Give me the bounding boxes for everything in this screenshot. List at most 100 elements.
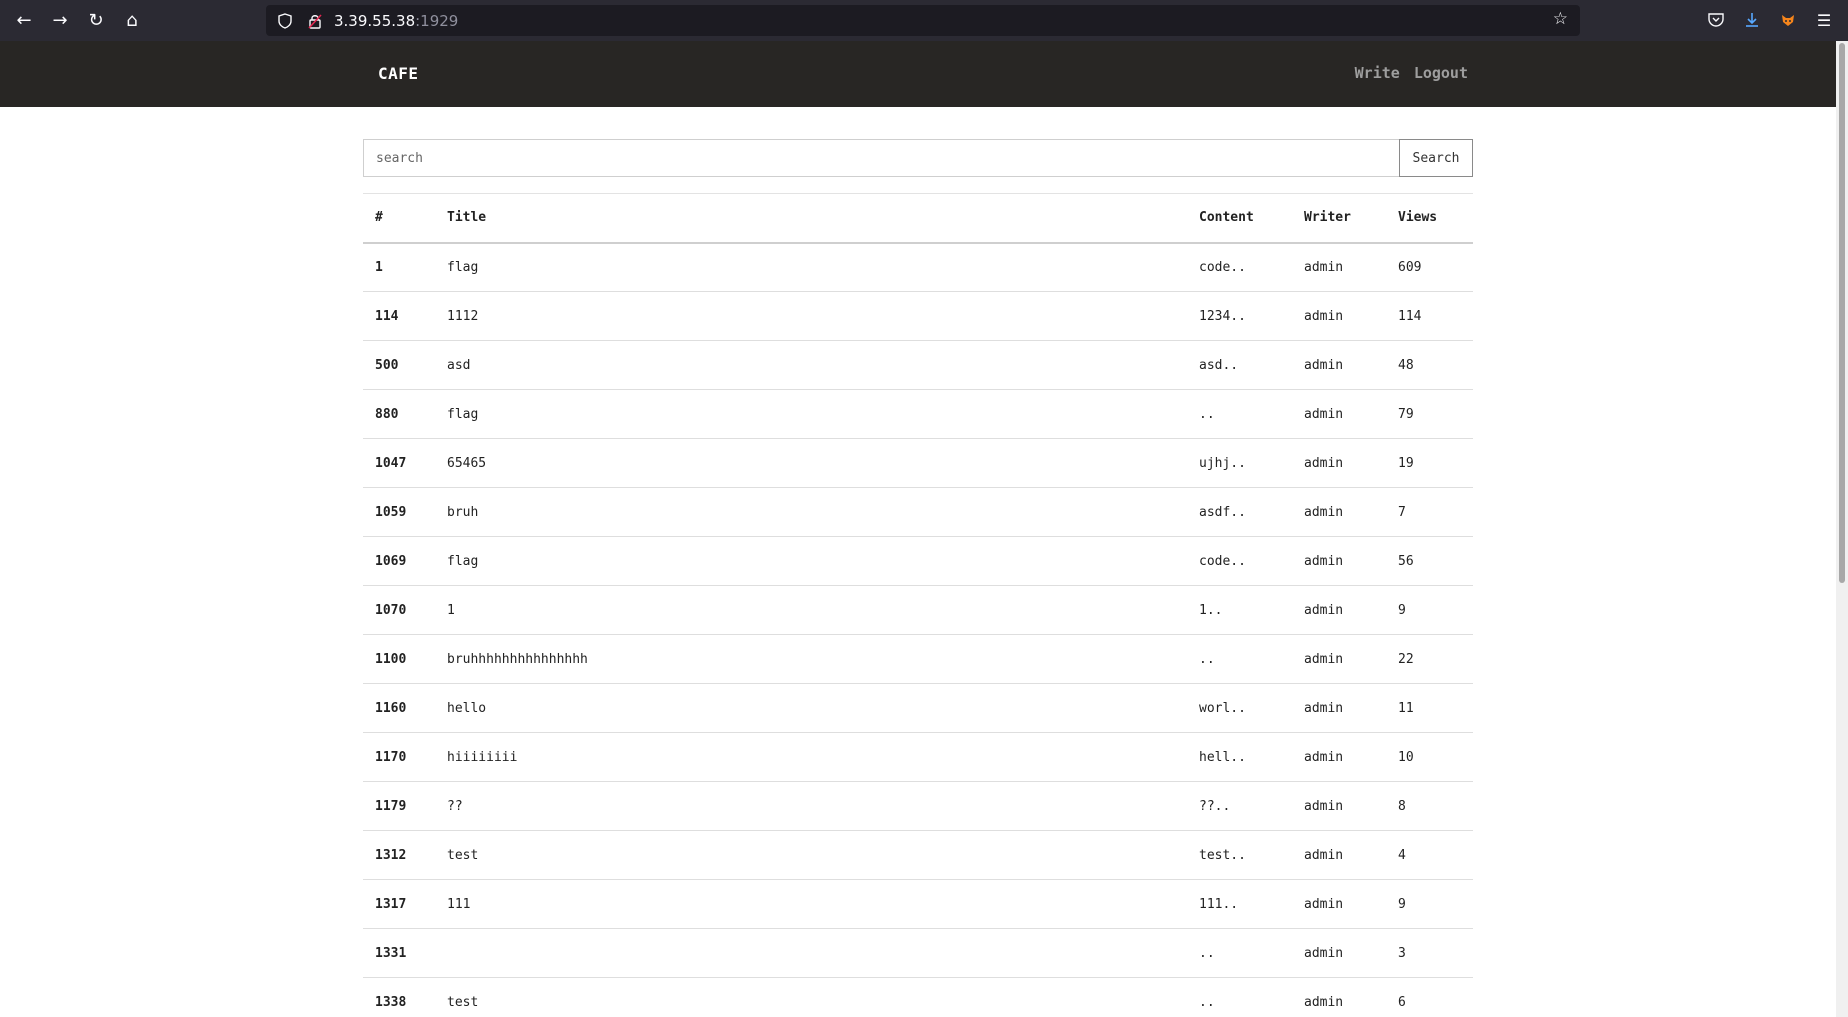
post-content: test..	[1187, 830, 1292, 880]
column-header-writer: Writer	[1292, 193, 1386, 244]
post-writer: admin	[1292, 928, 1386, 978]
post-id: 1317	[363, 879, 435, 929]
table-row[interactable]: 1160 hello worl.. admin 11	[363, 683, 1473, 733]
posts-table: # Title Content Writer Views 1 flag code…	[363, 193, 1473, 1017]
post-title[interactable]: test	[435, 977, 1187, 1017]
table-row[interactable]: 1312 test test.. admin 4	[363, 830, 1473, 880]
extension-fox-icon[interactable]	[1770, 4, 1806, 36]
post-views: 9	[1386, 585, 1473, 635]
logout-link[interactable]: Logout	[1414, 64, 1468, 82]
search-input[interactable]	[363, 139, 1399, 177]
post-id: 1047	[363, 438, 435, 488]
post-title[interactable]: flag	[435, 536, 1187, 586]
post-writer: admin	[1292, 977, 1386, 1017]
table-row[interactable]: 1317 111 111.. admin 9	[363, 879, 1473, 929]
table-header-row: # Title Content Writer Views	[363, 193, 1473, 244]
post-content: hell..	[1187, 732, 1292, 782]
url-bar[interactable]: 3.39.55.38:1929 ☆	[266, 5, 1580, 36]
post-writer: admin	[1292, 536, 1386, 586]
post-writer: admin	[1292, 683, 1386, 733]
post-writer: admin	[1292, 781, 1386, 831]
table-row[interactable]: 1170 hiiiiiiii hell.. admin 10	[363, 732, 1473, 782]
post-id: 114	[363, 291, 435, 341]
table-row[interactable]: 1059 bruh asdf.. admin 7	[363, 487, 1473, 537]
post-title[interactable]: 1	[435, 585, 1187, 635]
post-content: asdf..	[1187, 487, 1292, 537]
table-row[interactable]: 1100 bruhhhhhhhhhhhhhhh .. admin 22	[363, 634, 1473, 684]
post-views: 9	[1386, 879, 1473, 929]
post-views: 11	[1386, 683, 1473, 733]
post-title[interactable]: ??	[435, 781, 1187, 831]
post-title[interactable]: bruh	[435, 487, 1187, 537]
forward-arrow-icon[interactable]: →	[42, 5, 78, 37]
post-title[interactable]: 111	[435, 879, 1187, 929]
post-id: 880	[363, 389, 435, 439]
post-title[interactable]: 65465	[435, 438, 1187, 488]
post-content: ??..	[1187, 781, 1292, 831]
table-row[interactable]: 1047 65465 ujhj.. admin 19	[363, 438, 1473, 488]
write-link[interactable]: Write	[1355, 64, 1400, 82]
post-views: 8	[1386, 781, 1473, 831]
post-views: 3	[1386, 928, 1473, 978]
post-writer: admin	[1292, 879, 1386, 929]
post-views: 48	[1386, 340, 1473, 390]
post-title[interactable]: flag	[435, 389, 1187, 439]
post-id: 1179	[363, 781, 435, 831]
post-writer: admin	[1292, 830, 1386, 880]
menu-icon[interactable]: ☰	[1806, 4, 1842, 36]
post-content: 1..	[1187, 585, 1292, 635]
column-header-title: Title	[435, 193, 1187, 244]
reload-icon[interactable]: ↻	[78, 5, 114, 37]
back-arrow-icon[interactable]: ←	[6, 5, 42, 37]
download-icon[interactable]	[1734, 4, 1770, 36]
table-row[interactable]: 1070 1 1.. admin 9	[363, 585, 1473, 635]
search-button[interactable]: Search	[1399, 139, 1473, 177]
table-row[interactable]: 1179 ?? ??.. admin 8	[363, 781, 1473, 831]
url-port: :1929	[415, 11, 459, 30]
column-header-views: Views	[1386, 193, 1473, 244]
table-row[interactable]: 1 flag code.. admin 609	[363, 242, 1473, 292]
post-title[interactable]	[435, 928, 1187, 978]
post-title[interactable]: 1112	[435, 291, 1187, 341]
page-scrollbar[interactable]	[1836, 41, 1848, 1017]
post-content: ..	[1187, 977, 1292, 1017]
post-id: 1070	[363, 585, 435, 635]
browser-tools: ☰	[1698, 4, 1842, 36]
pocket-icon[interactable]	[1698, 4, 1734, 36]
post-content: worl..	[1187, 683, 1292, 733]
post-id: 500	[363, 340, 435, 390]
post-title[interactable]: hiiiiiiii	[435, 732, 1187, 782]
bookmark-star-icon[interactable]: ☆	[1553, 9, 1568, 29]
home-icon[interactable]: ⌂	[114, 5, 150, 37]
table-row[interactable]: 1338 test .. admin 6	[363, 977, 1473, 1017]
table-header: # Title Content Writer Views	[363, 193, 1473, 244]
table-row[interactable]: 880 flag .. admin 79	[363, 389, 1473, 439]
post-id: 1312	[363, 830, 435, 880]
table-row[interactable]: 114 1112 1234.. admin 114	[363, 291, 1473, 341]
table-row[interactable]: 1331 .. admin 3	[363, 928, 1473, 978]
post-writer: admin	[1292, 340, 1386, 390]
post-id: 1069	[363, 536, 435, 586]
site-header: CAFE Write Logout	[0, 41, 1836, 107]
post-views: 609	[1386, 242, 1473, 292]
table-row[interactable]: 500 asd asd.. admin 48	[363, 340, 1473, 390]
scrollbar-thumb[interactable]	[1839, 43, 1845, 583]
table-row[interactable]: 1069 flag code.. admin 56	[363, 536, 1473, 586]
post-id: 1160	[363, 683, 435, 733]
post-title[interactable]: flag	[435, 242, 1187, 292]
insecure-lock-icon[interactable]	[304, 13, 326, 29]
post-writer: admin	[1292, 487, 1386, 537]
post-writer: admin	[1292, 438, 1386, 488]
post-title[interactable]: test	[435, 830, 1187, 880]
column-header-content: Content	[1187, 193, 1292, 244]
table-body: 1 flag code.. admin 609 114 1112 1234.. …	[363, 242, 1473, 1017]
shield-icon[interactable]	[274, 12, 296, 29]
post-title[interactable]: bruhhhhhhhhhhhhhhh	[435, 634, 1187, 684]
post-id: 1170	[363, 732, 435, 782]
post-views: 22	[1386, 634, 1473, 684]
brand-logo[interactable]: CAFE	[378, 64, 419, 83]
post-title[interactable]: hello	[435, 683, 1187, 733]
post-id: 1338	[363, 977, 435, 1017]
post-views: 7	[1386, 487, 1473, 537]
post-title[interactable]: asd	[435, 340, 1187, 390]
